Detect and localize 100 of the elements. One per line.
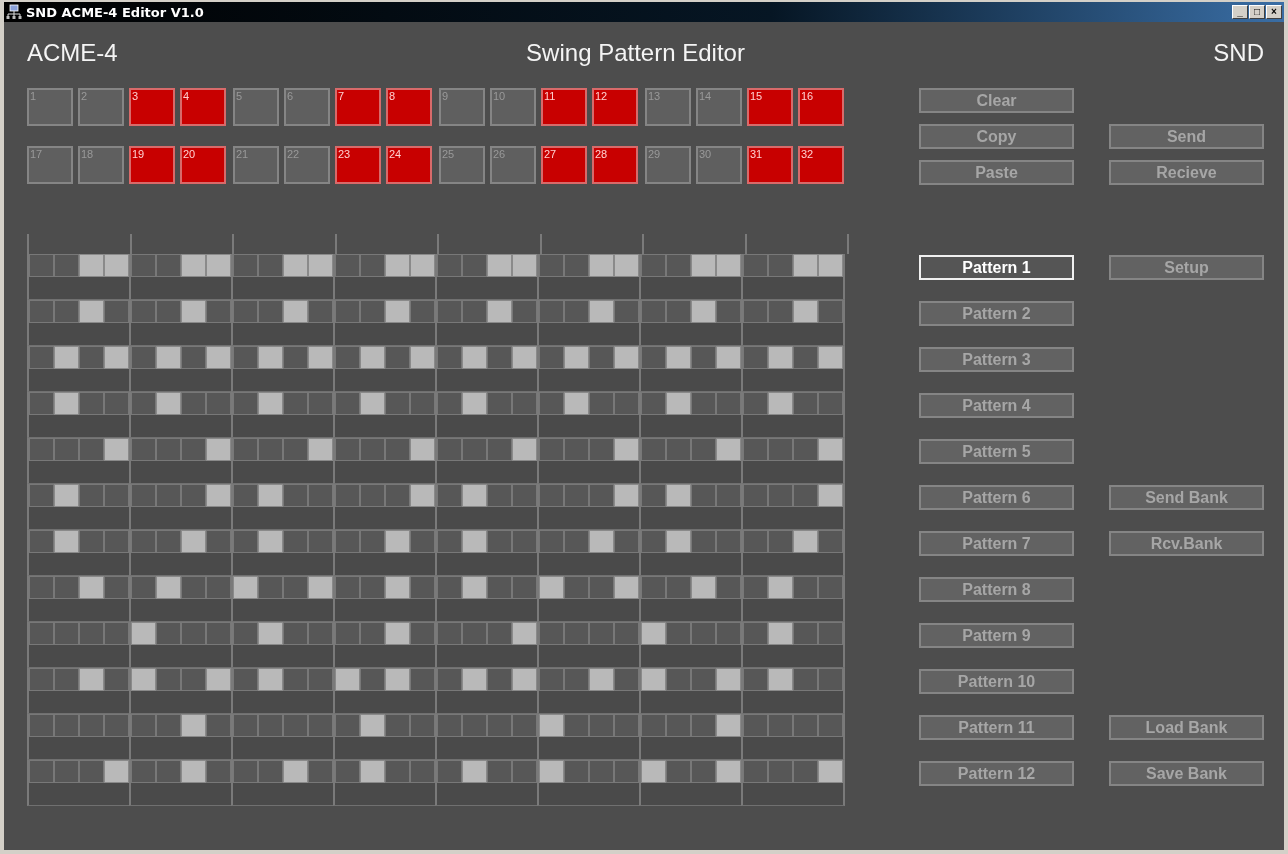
grid-cell[interactable] — [308, 622, 333, 645]
grid-cell[interactable] — [385, 346, 410, 369]
grid-cell[interactable] — [206, 714, 231, 737]
grid-cell[interactable] — [539, 346, 564, 369]
grid-cell[interactable] — [641, 300, 666, 323]
grid-cell[interactable] — [716, 438, 741, 461]
grid-cell[interactable] — [79, 576, 104, 599]
grid-cell[interactable] — [589, 760, 614, 783]
grid-cell[interactable] — [589, 484, 614, 507]
grid-cell[interactable] — [743, 300, 768, 323]
grid-cell[interactable] — [79, 760, 104, 783]
grid-cell[interactable] — [206, 392, 231, 415]
grid-cell[interactable] — [487, 346, 512, 369]
grid-cell[interactable] — [462, 622, 487, 645]
grid-cell[interactable] — [691, 714, 716, 737]
grid-cell[interactable] — [641, 346, 666, 369]
grid-cell[interactable] — [308, 530, 333, 553]
grid-cell[interactable] — [564, 714, 589, 737]
grid-cell[interactable] — [360, 576, 385, 599]
grid-cell[interactable] — [793, 346, 818, 369]
grid-cell[interactable] — [335, 530, 360, 553]
grid-cell[interactable] — [233, 300, 258, 323]
grid-cell[interactable] — [641, 530, 666, 553]
grid-cell[interactable] — [793, 714, 818, 737]
grid-cell[interactable] — [156, 576, 181, 599]
grid-cell[interactable] — [487, 530, 512, 553]
grid-cell[interactable] — [818, 576, 843, 599]
grid-cell[interactable] — [437, 530, 462, 553]
grid-cell[interactable] — [335, 300, 360, 323]
grid-cell[interactable] — [360, 346, 385, 369]
grid-cell[interactable] — [131, 254, 156, 277]
grid-cell[interactable] — [206, 576, 231, 599]
grid-cell[interactable] — [589, 576, 614, 599]
grid-cell[interactable] — [206, 254, 231, 277]
pattern-button[interactable]: Pattern 5 — [919, 439, 1074, 464]
grid-cell[interactable] — [716, 300, 741, 323]
grid-cell[interactable] — [666, 392, 691, 415]
grid-cell[interactable] — [818, 346, 843, 369]
grid-cell[interactable] — [691, 254, 716, 277]
grid-cell[interactable] — [233, 668, 258, 691]
grid-cell[interactable] — [818, 668, 843, 691]
edit-button[interactable]: Paste — [919, 160, 1074, 185]
grid-cell[interactable] — [768, 622, 793, 645]
grid-cell[interactable] — [716, 530, 741, 553]
grid-cell[interactable] — [181, 668, 206, 691]
grid-cell[interactable] — [564, 392, 589, 415]
grid-cell[interactable] — [131, 392, 156, 415]
grid-cell[interactable] — [79, 622, 104, 645]
grid-cell[interactable] — [564, 484, 589, 507]
grid-cell[interactable] — [793, 760, 818, 783]
pattern-button[interactable]: Pattern 2 — [919, 301, 1074, 326]
grid-cell[interactable] — [437, 254, 462, 277]
grid-cell[interactable] — [564, 668, 589, 691]
grid-cell[interactable] — [79, 714, 104, 737]
grid-cell[interactable] — [181, 760, 206, 783]
step-pad[interactable]: 32 — [798, 146, 844, 184]
grid-cell[interactable] — [206, 760, 231, 783]
grid-cell[interactable] — [589, 668, 614, 691]
grid-cell[interactable] — [131, 714, 156, 737]
grid-cell[interactable] — [437, 668, 462, 691]
grid-cell[interactable] — [360, 668, 385, 691]
grid-cell[interactable] — [29, 530, 54, 553]
grid-cell[interactable] — [768, 530, 793, 553]
grid-cell[interactable] — [283, 622, 308, 645]
grid-cell[interactable] — [462, 760, 487, 783]
grid-cell[interactable] — [793, 484, 818, 507]
grid-cell[interactable] — [308, 300, 333, 323]
grid-cell[interactable] — [666, 438, 691, 461]
grid-cell[interactable] — [29, 346, 54, 369]
grid-cell[interactable] — [691, 392, 716, 415]
grid-cell[interactable] — [462, 392, 487, 415]
step-pad[interactable]: 31 — [747, 146, 793, 184]
grid-cell[interactable] — [487, 622, 512, 645]
grid-cell[interactable] — [462, 576, 487, 599]
grid-cell[interactable] — [462, 668, 487, 691]
grid-cell[interactable] — [462, 530, 487, 553]
grid-cell[interactable] — [818, 622, 843, 645]
step-pad[interactable]: 16 — [798, 88, 844, 126]
grid-cell[interactable] — [691, 576, 716, 599]
grid-cell[interactable] — [716, 714, 741, 737]
grid-cell[interactable] — [131, 530, 156, 553]
grid-cell[interactable] — [385, 714, 410, 737]
grid-cell[interactable] — [743, 484, 768, 507]
grid-cell[interactable] — [487, 668, 512, 691]
grid-cell[interactable] — [743, 438, 768, 461]
grid-cell[interactable] — [181, 346, 206, 369]
grid-cell[interactable] — [410, 438, 435, 461]
grid-cell[interactable] — [539, 622, 564, 645]
grid-cell[interactable] — [335, 622, 360, 645]
grid-cell[interactable] — [29, 714, 54, 737]
grid-cell[interactable] — [462, 438, 487, 461]
grid-cell[interactable] — [54, 668, 79, 691]
grid-cell[interactable] — [410, 530, 435, 553]
grid-cell[interactable] — [385, 622, 410, 645]
grid-cell[interactable] — [793, 254, 818, 277]
grid-cell[interactable] — [716, 254, 741, 277]
grid-cell[interactable] — [743, 254, 768, 277]
grid-cell[interactable] — [54, 254, 79, 277]
grid-cell[interactable] — [410, 346, 435, 369]
grid-cell[interactable] — [206, 484, 231, 507]
